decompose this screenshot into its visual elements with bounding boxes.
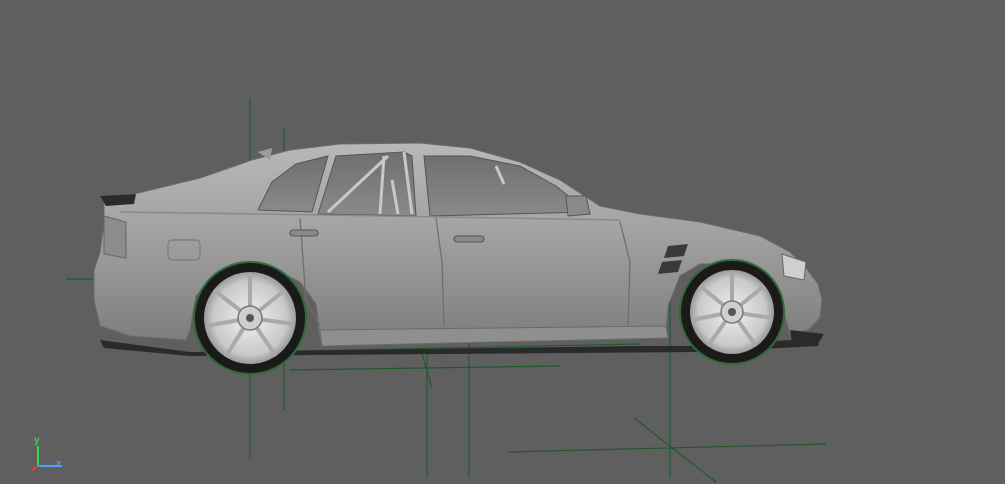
front-splitter xyxy=(790,330,824,344)
car-model[interactable] xyxy=(93,142,824,375)
front-wheel xyxy=(679,259,785,365)
headlight xyxy=(781,253,807,281)
axis-z-label: z xyxy=(56,459,61,470)
rear-wheel xyxy=(193,261,307,375)
side-mirror xyxy=(565,195,591,217)
axis-y-label: y xyxy=(34,435,40,446)
viewport-scene[interactable] xyxy=(0,0,1005,484)
side-skirt xyxy=(319,325,669,347)
3d-viewport[interactable]: y z xyxy=(0,0,1005,484)
rear-spoiler xyxy=(100,194,136,206)
tail-lamp xyxy=(103,215,127,259)
axis-gizmo: y z xyxy=(26,432,76,478)
